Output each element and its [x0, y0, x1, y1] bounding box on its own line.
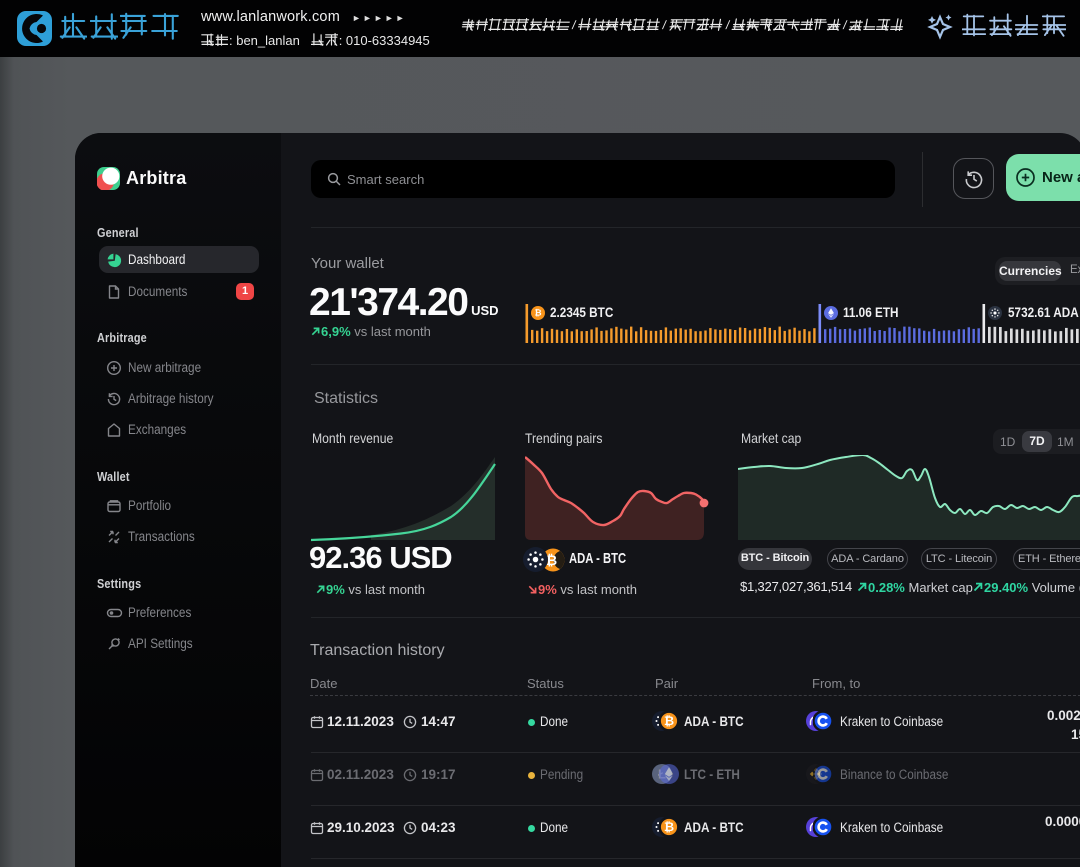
svg-text:₿: ₿	[664, 714, 674, 728]
svg-text:₿: ₿	[534, 308, 541, 318]
svg-text:₿: ₿	[664, 820, 674, 834]
